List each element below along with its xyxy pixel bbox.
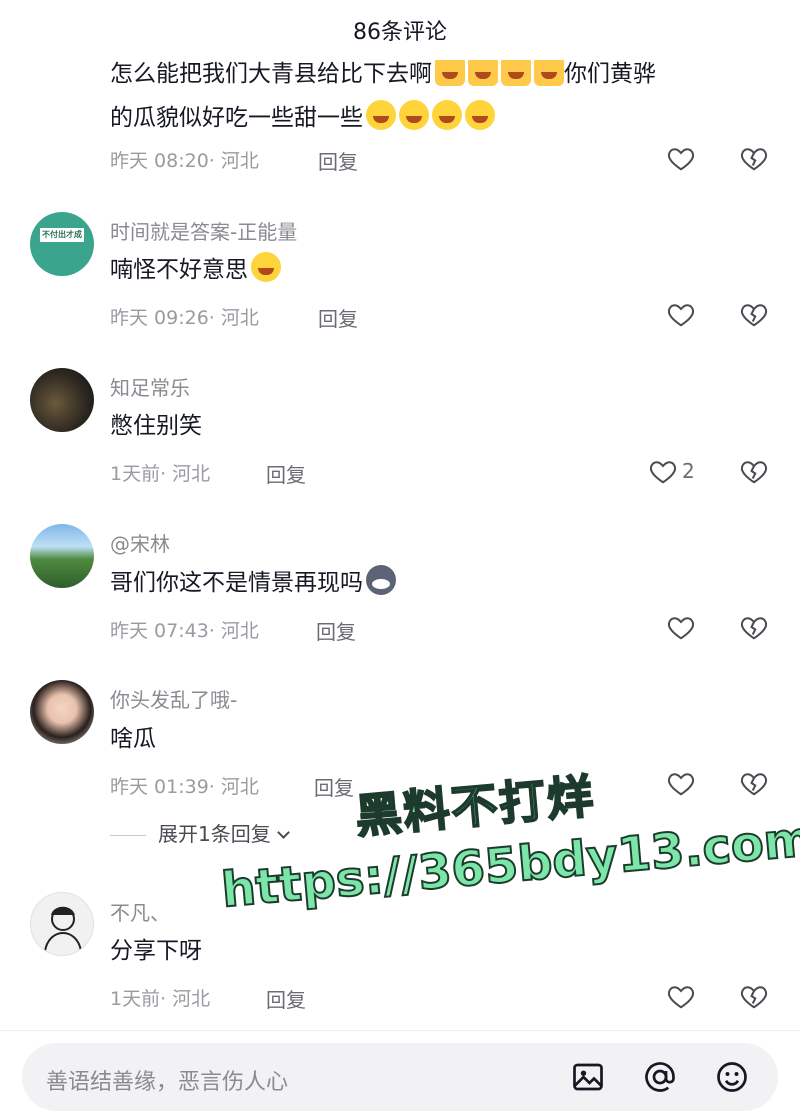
comment-meta: 昨天 09:26· 河北	[110, 307, 259, 329]
comment-meta: 昨天 08:20· 河北	[110, 150, 259, 172]
cat-emoji-icon	[366, 565, 396, 595]
expand-replies-button[interactable]: 展开1条回复	[110, 818, 290, 847]
reply-button[interactable]: 回复	[314, 772, 354, 801]
like-heart-icon[interactable]	[666, 299, 696, 329]
crown-emoji-icon	[468, 56, 498, 86]
comment-meta: 1天前· 河北	[110, 988, 211, 1010]
page-title: 86条评论	[353, 20, 447, 45]
laugh-cry-emoji-icon	[366, 100, 396, 130]
username[interactable]: 不凡、	[110, 897, 170, 926]
reply-button[interactable]: 回复	[316, 616, 356, 645]
dislike-broken-heart-icon[interactable]	[738, 981, 770, 1011]
expand-replies-label: 展开1条回复	[158, 822, 271, 846]
comment-list[interactable]: 怎么能把我们大青县给比下去啊 你们黄骅 的瓜貌似好吃一些甜一些 昨天 08:20·…	[0, 0, 800, 1030]
reply-button[interactable]: 回复	[318, 303, 358, 332]
reply-button[interactable]: 回复	[266, 984, 306, 1013]
comment-input-bar: 善语结善缘，恶言伤人心	[0, 1030, 800, 1111]
username[interactable]: @宋林	[110, 528, 170, 557]
laugh-cry-emoji-icon	[251, 252, 281, 282]
like-heart-icon[interactable]	[666, 981, 696, 1011]
dislike-broken-heart-icon[interactable]	[738, 768, 770, 798]
comment-text: 分享下呀	[110, 938, 202, 964]
crown-emoji-icon	[435, 56, 465, 86]
comment-input[interactable]: 善语结善缘，恶言伤人心	[22, 1043, 778, 1111]
emoji-icon[interactable]	[714, 1059, 750, 1095]
like-heart-icon[interactable]	[666, 143, 696, 173]
divider	[110, 835, 146, 836]
laugh-cry-emoji-icon	[465, 100, 495, 130]
image-icon[interactable]	[570, 1059, 606, 1095]
crown-emoji-icon	[534, 56, 564, 86]
comment-text: 啥瓜	[110, 726, 156, 752]
comment-text: 喃怪不好意思	[110, 248, 281, 292]
dislike-broken-heart-icon[interactable]	[738, 456, 770, 486]
chevron-down-icon	[276, 826, 290, 839]
avatar-sketch-icon	[44, 906, 82, 952]
crown-emoji-icon	[501, 56, 531, 86]
comment-text: 憋住别笑	[110, 413, 202, 439]
avatar[interactable]	[30, 892, 94, 956]
like-count: 2	[682, 459, 695, 483]
reply-button[interactable]: 回复	[266, 459, 306, 488]
reply-button[interactable]: 回复	[318, 146, 358, 175]
dislike-broken-heart-icon[interactable]	[738, 143, 770, 173]
like-heart-icon[interactable]	[666, 768, 696, 798]
at-icon[interactable]	[642, 1059, 678, 1095]
like-heart-icon[interactable]	[666, 612, 696, 642]
avatar[interactable]	[30, 680, 94, 744]
dislike-broken-heart-icon[interactable]	[738, 612, 770, 642]
username[interactable]: 知足常乐	[110, 372, 190, 401]
comment-text: 怎么能把我们大青县给比下去啊 你们黄骅 的瓜貌似好吃一些甜一些	[110, 52, 656, 140]
username[interactable]: 时间就是答案-正能量	[110, 216, 297, 245]
comment-text: 哥们你这不是情景再现吗	[110, 561, 396, 605]
avatar-text: 不付出才成功	[40, 228, 84, 242]
avatar[interactable]: 不付出才成功	[30, 212, 94, 276]
comment-meta: 昨天 01:39· 河北	[110, 776, 259, 798]
comment-meta: 1天前· 河北	[110, 463, 211, 485]
comments-header: 86条评论	[0, 0, 800, 60]
username[interactable]: 你头发乱了哦-	[110, 684, 237, 713]
like-heart-icon[interactable]	[648, 456, 678, 486]
comment-meta: 昨天 07:43· 河北	[110, 620, 259, 642]
laugh-cry-emoji-icon	[432, 100, 462, 130]
avatar[interactable]	[30, 368, 94, 432]
comment-input-placeholder: 善语结善缘，恶言伤人心	[46, 1070, 289, 1095]
avatar[interactable]	[30, 524, 94, 588]
dislike-broken-heart-icon[interactable]	[738, 299, 770, 329]
laugh-cry-emoji-icon	[399, 100, 429, 130]
